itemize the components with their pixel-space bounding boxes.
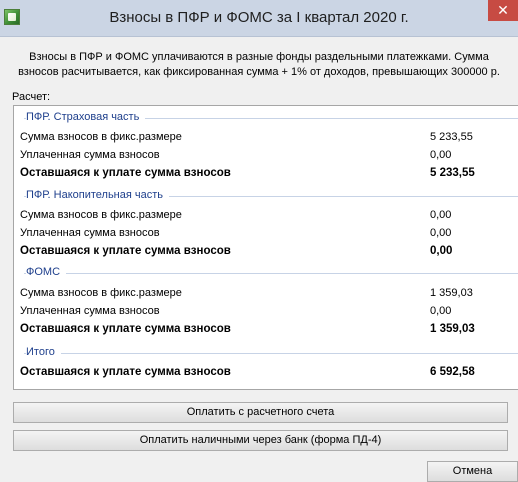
- row-label: Уплаченная сумма взносов: [20, 227, 160, 239]
- description: Взносы в ПФР и ФОМС уплачиваются в разны…: [12, 50, 506, 80]
- row-value: 0,00: [430, 149, 452, 161]
- group-title-foms: ФОМС: [26, 266, 67, 278]
- row-value: 0,00: [430, 305, 452, 317]
- row-pfr-insurance-paid: Уплаченная сумма взносов 0,00: [20, 149, 490, 165]
- row-pfr-insurance-fixed: Сумма взносов в фикс.размере 5 233,55: [20, 131, 490, 147]
- calculation-panel: ПФР. Страховая часть Сумма взносов в фик…: [13, 105, 518, 390]
- group-divider: [24, 353, 518, 354]
- row-total-remain: Оставшаяся к уплате сумма взносов 6 592,…: [20, 366, 490, 382]
- row-value: 0,00: [430, 209, 452, 221]
- calc-label: Расчет:: [12, 91, 51, 103]
- group-title-total: Итого: [26, 346, 61, 358]
- row-value: 6 592,58: [430, 366, 475, 378]
- row-label: Оставшаяся к уплате сумма взносов: [20, 245, 231, 257]
- group-title-pfr-funded: ПФР. Накопительная часть: [26, 189, 169, 201]
- group-divider: [24, 273, 518, 274]
- row-value: 1 359,03: [430, 323, 475, 335]
- row-label: Уплаченная сумма взносов: [20, 305, 160, 317]
- row-value: 1 359,03: [430, 287, 473, 299]
- window-title: Взносы в ПФР и ФОМС за I квартал 2020 г.: [109, 9, 409, 26]
- row-value: 0,00: [430, 227, 452, 239]
- row-pfr-funded-fixed: Сумма взносов в фикс.размере 0,00: [20, 209, 490, 225]
- row-label: Оставшаяся к уплате сумма взносов: [20, 366, 231, 378]
- cancel-button[interactable]: Отмена: [427, 461, 518, 482]
- pay-cash-button[interactable]: Оплатить наличными через банк (форма ПД-…: [13, 430, 508, 451]
- row-label: Сумма взносов в фикс.размере: [20, 209, 182, 221]
- group-title-pfr-insurance: ПФР. Страховая часть: [26, 111, 146, 123]
- row-label: Сумма взносов в фикс.размере: [20, 287, 182, 299]
- row-pfr-funded-remain: Оставшаяся к уплате сумма взносов 0,00: [20, 245, 490, 261]
- row-value: 5 233,55: [430, 167, 475, 179]
- row-foms-paid: Уплаченная сумма взносов 0,00: [20, 305, 490, 321]
- row-pfr-funded-paid: Уплаченная сумма взносов 0,00: [20, 227, 490, 243]
- title-bar: Взносы в ПФР и ФОМС за I квартал 2020 г.…: [0, 0, 518, 37]
- row-label: Оставшаяся к уплате сумма взносов: [20, 167, 231, 179]
- row-label: Оставшаяся к уплате сумма взносов: [20, 323, 231, 335]
- row-label: Сумма взносов в фикс.размере: [20, 131, 182, 143]
- row-value: 5 233,55: [430, 131, 473, 143]
- description-line-2: взносов расчитывается, как фиксированная…: [18, 66, 500, 78]
- pay-from-account-button[interactable]: Оплатить с расчетного счета: [13, 402, 508, 423]
- row-foms-remain: Оставшаяся к уплате сумма взносов 1 359,…: [20, 323, 490, 339]
- row-foms-fixed: Сумма взносов в фикс.размере 1 359,03: [20, 287, 490, 303]
- row-pfr-insurance-remain: Оставшаяся к уплате сумма взносов 5 233,…: [20, 167, 490, 183]
- description-line-1: Взносы в ПФР и ФОМС уплачиваются в разны…: [29, 51, 489, 63]
- close-icon[interactable]: ✕: [488, 0, 518, 21]
- row-value: 0,00: [430, 245, 453, 257]
- row-label: Уплаченная сумма взносов: [20, 149, 160, 161]
